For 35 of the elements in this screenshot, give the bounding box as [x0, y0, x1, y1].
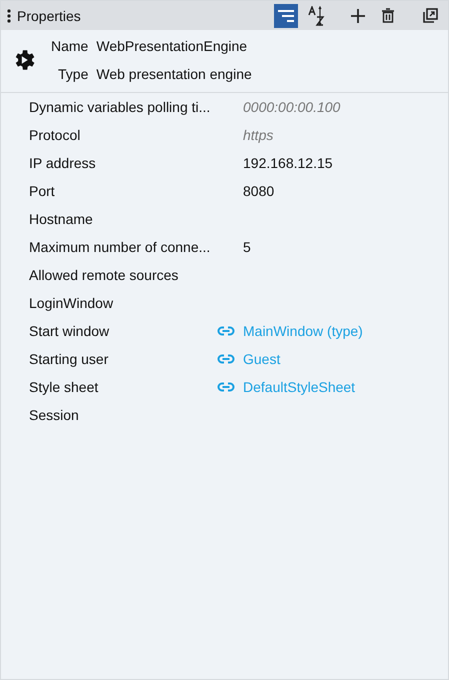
property-label: Style sheet: [28, 379, 100, 395]
link-icon: [217, 326, 235, 336]
menu-icon[interactable]: [7, 8, 11, 22]
property-value[interactable]: 5: [243, 239, 251, 255]
property-label: Allowed remote sources: [28, 267, 180, 283]
property-label: Protocol: [28, 127, 82, 143]
property-value[interactable]: https: [243, 127, 274, 143]
property-label: Starting user: [28, 351, 110, 367]
property-label: Start window: [28, 323, 110, 339]
reference-link[interactable]: Guest: [243, 351, 280, 367]
property-label: Port: [28, 183, 56, 199]
link-icon: [217, 382, 235, 392]
property-label: LoginWindow: [28, 295, 114, 311]
property-label: IP address: [28, 155, 97, 171]
property-label: Maximum number of conne...: [28, 239, 212, 255]
reference-link[interactable]: MainWindow (type): [243, 323, 363, 339]
list-icon: [277, 8, 295, 22]
trash-icon: [382, 8, 394, 23]
type-label: Type: [57, 65, 88, 84]
property-label: Hostname: [28, 211, 94, 227]
type-value: Web presentation engine: [96, 65, 252, 84]
pop-out-icon: [422, 8, 438, 23]
property-label: Dynamic variables polling ti...: [28, 99, 212, 115]
property-value[interactable]: 192.168.12.15: [243, 155, 333, 171]
plus-icon: [350, 8, 366, 24]
name-label: Name: [51, 37, 88, 56]
property-value[interactable]: 0000:00:00.100: [243, 99, 340, 115]
categorized-view-button[interactable]: [274, 4, 298, 28]
reference-link[interactable]: DefaultStyleSheet: [243, 379, 356, 395]
panel-title: Properties: [17, 8, 82, 24]
property-label: Session: [28, 407, 80, 423]
sort-az-icon: [307, 6, 325, 26]
name-value: WebPresentationEngine: [96, 37, 248, 56]
property-value[interactable]: 8080: [243, 183, 274, 199]
link-icon: [217, 354, 235, 364]
